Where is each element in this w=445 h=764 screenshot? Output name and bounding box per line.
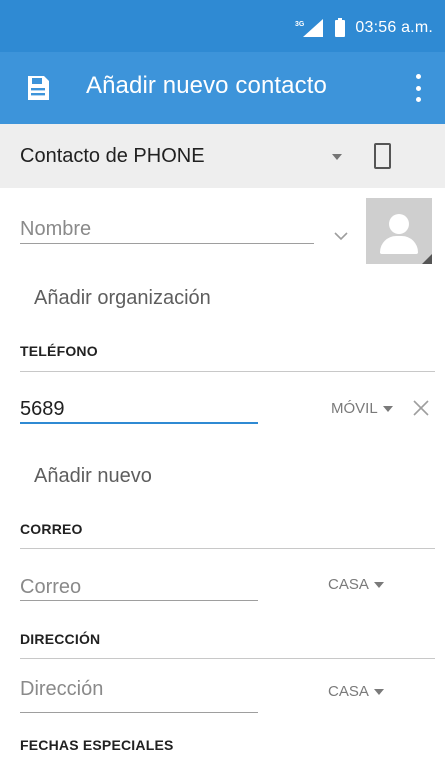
add-new-phone-button[interactable]: Añadir nuevo <box>34 465 152 488</box>
phone-type-label: MÓVIL <box>331 400 378 417</box>
status-bar: 3G 03:56 a.m. <box>0 0 445 52</box>
chevron-down-icon[interactable] <box>334 228 348 241</box>
name-input-underline <box>20 243 314 244</box>
email-input-underline <box>20 600 258 601</box>
email-type-label: CASA <box>328 576 369 593</box>
dropdown-arrow-icon <box>382 405 393 412</box>
page-title: Añadir nuevo contacto <box>86 72 327 99</box>
close-icon[interactable] <box>412 399 430 417</box>
account-label: Contacto de PHONE <box>20 145 205 167</box>
special-dates-section-header: FECHAS ESPECIALES <box>20 737 174 753</box>
phone-section-header: TELÉFONO <box>20 343 98 359</box>
contact-photo-avatar[interactable] <box>366 198 432 264</box>
save-icon[interactable] <box>26 75 50 101</box>
section-divider <box>20 548 435 549</box>
phone-number-input[interactable]: 5689 <box>20 398 65 421</box>
dropdown-arrow-icon <box>332 154 342 160</box>
address-type-label: CASA <box>328 683 369 700</box>
email-type-dropdown[interactable]: CASA <box>328 576 384 593</box>
battery-icon <box>335 17 346 37</box>
address-input[interactable]: Dirección <box>20 678 103 701</box>
address-type-dropdown[interactable]: CASA <box>328 683 384 700</box>
email-section-header: CORREO <box>20 521 83 537</box>
name-input[interactable]: Nombre <box>20 218 91 241</box>
add-organization-button[interactable]: Añadir organización <box>34 287 211 310</box>
address-input-underline <box>20 712 258 713</box>
overflow-menu-icon[interactable] <box>413 74 423 102</box>
address-section-header: DIRECCIÓN <box>20 631 101 647</box>
email-input[interactable]: Correo <box>20 576 81 599</box>
phone-input-underline <box>20 422 258 424</box>
app-bar: Añadir nuevo contacto <box>0 52 445 124</box>
signal-icon: 3G <box>295 18 325 38</box>
section-divider <box>20 371 435 372</box>
network-type-label: 3G <box>295 21 305 28</box>
account-selector[interactable]: Contacto de PHONE <box>0 124 445 188</box>
phone-type-dropdown[interactable]: MÓVIL <box>331 400 393 417</box>
status-time: 03:56 a.m. <box>355 19 433 36</box>
section-divider <box>20 658 435 659</box>
phone-icon <box>374 143 391 169</box>
status-icons: 3G 03:56 a.m. <box>295 17 433 38</box>
dropdown-arrow-icon <box>373 581 384 588</box>
dropdown-arrow-icon <box>373 688 384 695</box>
